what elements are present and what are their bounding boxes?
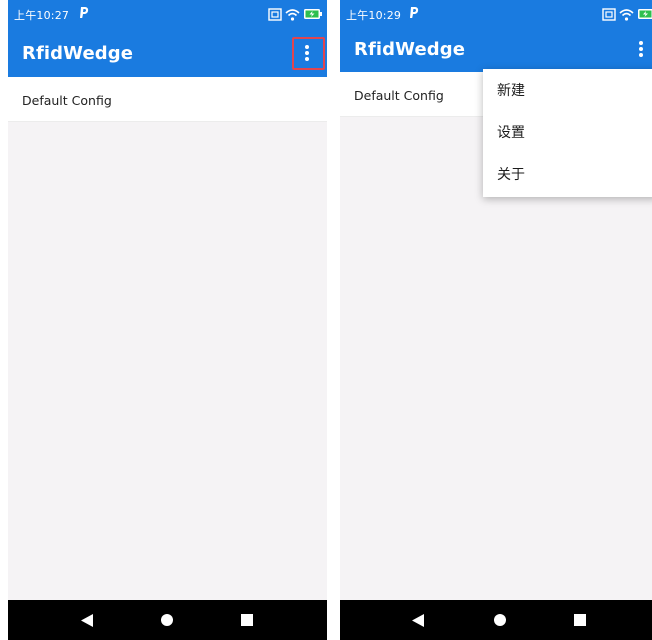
battery-charging-icon [304, 9, 322, 19]
recents-button[interactable] [239, 612, 255, 628]
back-icon [81, 613, 93, 627]
back-button[interactable] [410, 612, 426, 628]
status-time: 上午10:27 [14, 9, 70, 22]
screen-with-menu: 上午10:29 RfidWedge Default Config 新建 设置 关… [340, 0, 652, 640]
list-item-config[interactable]: Default Config [8, 77, 327, 122]
app-title: RfidWedge [22, 43, 134, 64]
home-icon [494, 614, 506, 626]
parking-icon [80, 7, 89, 18]
home-button[interactable] [159, 612, 175, 628]
sim-icon [268, 7, 282, 21]
wifi-icon [619, 8, 634, 21]
config-name: Default Config [354, 88, 444, 103]
app-title: RfidWedge [354, 39, 466, 60]
back-button[interactable] [79, 612, 95, 628]
menu-item-about[interactable]: 关于 [483, 154, 652, 196]
battery-charging-icon [638, 9, 652, 19]
back-icon [412, 613, 424, 627]
menu-item-new[interactable]: 新建 [483, 70, 652, 112]
recents-icon [241, 614, 253, 626]
screen-before-menu: 上午10:27 RfidWedge Default Config [8, 0, 327, 640]
status-time: 上午10:29 [346, 9, 402, 22]
status-bar: 上午10:27 [8, 0, 327, 28]
overflow-menu: 新建 设置 关于 [483, 69, 652, 197]
home-button[interactable] [492, 612, 508, 628]
config-name: Default Config [22, 93, 112, 108]
home-icon [161, 614, 173, 626]
sim-icon [602, 7, 616, 21]
recents-button[interactable] [572, 612, 588, 628]
app-bar: RfidWedge [340, 26, 652, 72]
wifi-icon [285, 8, 300, 21]
app-bar: RfidWedge [8, 28, 327, 77]
status-bar: 上午10:29 [340, 0, 652, 28]
more-options-button[interactable] [626, 34, 652, 64]
recents-icon [574, 614, 586, 626]
menu-item-settings[interactable]: 设置 [483, 112, 652, 154]
more-vert-icon [639, 41, 643, 57]
navigation-bar [340, 600, 652, 640]
highlight-box [292, 37, 325, 70]
parking-icon [410, 7, 419, 18]
navigation-bar [8, 600, 327, 640]
